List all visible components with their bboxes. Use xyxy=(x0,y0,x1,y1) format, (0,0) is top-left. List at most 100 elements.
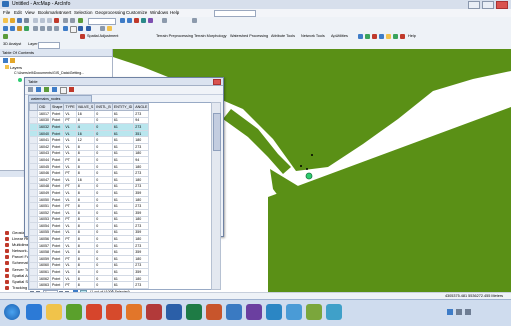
clear-selection-icon[interactable] xyxy=(60,87,67,94)
table-cell[interactable]: VL xyxy=(63,142,77,151)
close-button[interactable] xyxy=(496,1,508,9)
table-cell[interactable]: 61 xyxy=(111,274,135,283)
table-cell[interactable]: 16049 xyxy=(37,189,51,197)
hydro-tool-4-icon[interactable] xyxy=(379,34,384,39)
table-row[interactable]: 16032 Point VL 4 0 61 273 xyxy=(29,123,150,131)
table-cell[interactable]: 16042 xyxy=(37,142,51,151)
copy-icon[interactable] xyxy=(40,18,45,23)
table-cell[interactable]: VL xyxy=(63,189,77,197)
row-selector[interactable] xyxy=(29,281,38,289)
column-header[interactable]: VALVE_S xyxy=(75,103,96,111)
table-cell[interactable]: 61 xyxy=(111,116,135,125)
row-selector[interactable] xyxy=(29,189,38,197)
table-cell[interactable]: 0 xyxy=(94,136,113,144)
table-row[interactable]: 16060 Point VL 8 0 61 273 xyxy=(29,261,150,270)
table-cell[interactable]: 16051 xyxy=(37,202,51,210)
table-cell[interactable]: 0 xyxy=(94,268,113,276)
row-selector[interactable] xyxy=(29,110,38,118)
table-cell[interactable]: 0 xyxy=(94,110,113,118)
table-cell[interactable]: Point xyxy=(49,261,65,270)
table-cell[interactable]: 16040 xyxy=(37,129,51,138)
clock[interactable] xyxy=(475,308,503,316)
table-cell[interactable]: 16032 xyxy=(37,123,51,131)
layer-path[interactable]: C:\Users\elt\Documents\GIS_Data\Getting.… xyxy=(14,71,84,75)
table-cell[interactable]: 273 xyxy=(133,123,150,131)
toc-list-by-icon[interactable] xyxy=(3,58,8,63)
table-cell[interactable]: 16055 xyxy=(37,228,51,237)
table-cell[interactable]: 16050 xyxy=(37,195,51,204)
table-cell[interactable]: 273 xyxy=(133,261,150,270)
classification-dropdown[interactable] xyxy=(214,10,256,17)
table-cell[interactable]: 273 xyxy=(133,142,150,151)
table-cell[interactable]: 351 xyxy=(133,129,150,138)
table-cell[interactable]: 61 xyxy=(111,182,135,191)
table-cell[interactable]: 61 xyxy=(111,268,135,276)
table-cell[interactable]: 61 xyxy=(111,169,135,177)
table-cell[interactable]: 359 xyxy=(133,268,150,276)
table-cell[interactable]: 8 xyxy=(75,202,96,210)
row-selector[interactable] xyxy=(29,116,38,125)
table-cell[interactable]: VL xyxy=(63,175,77,184)
column-header[interactable]: ANGLE xyxy=(133,103,150,111)
scrollbar-thumb[interactable] xyxy=(213,113,221,151)
new-map-icon[interactable] xyxy=(3,18,8,23)
explorer-icon[interactable] xyxy=(46,304,62,320)
table-cell[interactable]: 8 xyxy=(75,195,96,204)
table-cell[interactable]: 0 xyxy=(94,129,113,138)
table-cell[interactable]: PT xyxy=(63,182,77,191)
table-cell[interactable]: 61 xyxy=(111,281,135,289)
table-cell[interactable]: 8 xyxy=(75,162,96,171)
table-cell[interactable]: 8 xyxy=(75,222,96,230)
row-selector[interactable] xyxy=(29,274,38,283)
switch-selection-icon[interactable] xyxy=(52,87,57,92)
table-cell[interactable]: 8 xyxy=(75,182,96,191)
column-header[interactable]: INSTL_B xyxy=(94,103,113,111)
table-cell[interactable]: 61 xyxy=(111,189,135,197)
table-cell[interactable]: 0 xyxy=(94,261,113,270)
fixed-zoom-out-icon[interactable] xyxy=(40,26,45,31)
hydro-tool-1-icon[interactable] xyxy=(358,34,363,39)
menu-help[interactable]: Help xyxy=(170,10,179,15)
table-cell[interactable]: 16041 xyxy=(37,136,51,144)
hydro-tool-6-icon[interactable] xyxy=(393,34,398,39)
related-tables-icon[interactable] xyxy=(36,87,41,92)
table-row[interactable]: 16053 Point PT 8 0 61 180 xyxy=(29,215,150,224)
table-close-button[interactable] xyxy=(213,79,221,85)
back-icon[interactable] xyxy=(47,26,52,31)
layers-node[interactable]: Layers xyxy=(5,65,22,70)
table-cell[interactable]: 61 xyxy=(111,215,135,224)
table-cell[interactable]: 61 xyxy=(111,156,135,164)
zoom-out-icon[interactable] xyxy=(10,26,15,31)
table-cell[interactable]: 8 xyxy=(75,248,96,257)
row-selector[interactable] xyxy=(29,202,38,210)
table-cell[interactable]: Point xyxy=(49,169,65,177)
table-cell[interactable]: VL xyxy=(63,136,77,144)
table-row[interactable]: 16030 Point PT 8 0 61 94 xyxy=(29,116,150,125)
table-cell[interactable]: 0 xyxy=(94,116,113,125)
selected-feature-marker[interactable] xyxy=(305,172,313,180)
table-cell[interactable]: 273 xyxy=(133,222,150,230)
table-cell[interactable]: 61 xyxy=(111,248,135,257)
clear-selection-icon[interactable] xyxy=(70,26,77,33)
scale-input[interactable] xyxy=(88,18,116,25)
table-cell[interactable]: 16061 xyxy=(37,268,51,276)
hydro-tool-7-icon[interactable] xyxy=(400,34,405,39)
cut-icon[interactable] xyxy=(33,18,38,23)
table-cell[interactable]: 8 xyxy=(75,156,96,164)
network-icon[interactable] xyxy=(465,309,471,315)
row-selector[interactable] xyxy=(29,248,38,257)
row-selector[interactable] xyxy=(29,175,38,184)
menu-edit[interactable]: Edit xyxy=(14,10,22,15)
table-cell[interactable]: 8 xyxy=(75,241,96,250)
help-menu[interactable]: Help xyxy=(408,34,416,38)
table-cell[interactable]: 0 xyxy=(94,241,113,250)
table-options-icon[interactable] xyxy=(28,87,33,92)
table-row[interactable]: 16043 Point VL 8 0 61 180 xyxy=(29,149,150,158)
identify-icon[interactable] xyxy=(78,26,83,31)
zoom-in-icon[interactable] xyxy=(3,26,8,31)
table-cell[interactable]: 359 xyxy=(133,248,150,257)
table-cell[interactable]: 180 xyxy=(133,215,150,224)
table-cell[interactable]: 16063 xyxy=(37,281,51,289)
table-cell[interactable]: 61 xyxy=(111,123,135,131)
ie-icon[interactable] xyxy=(26,304,42,320)
